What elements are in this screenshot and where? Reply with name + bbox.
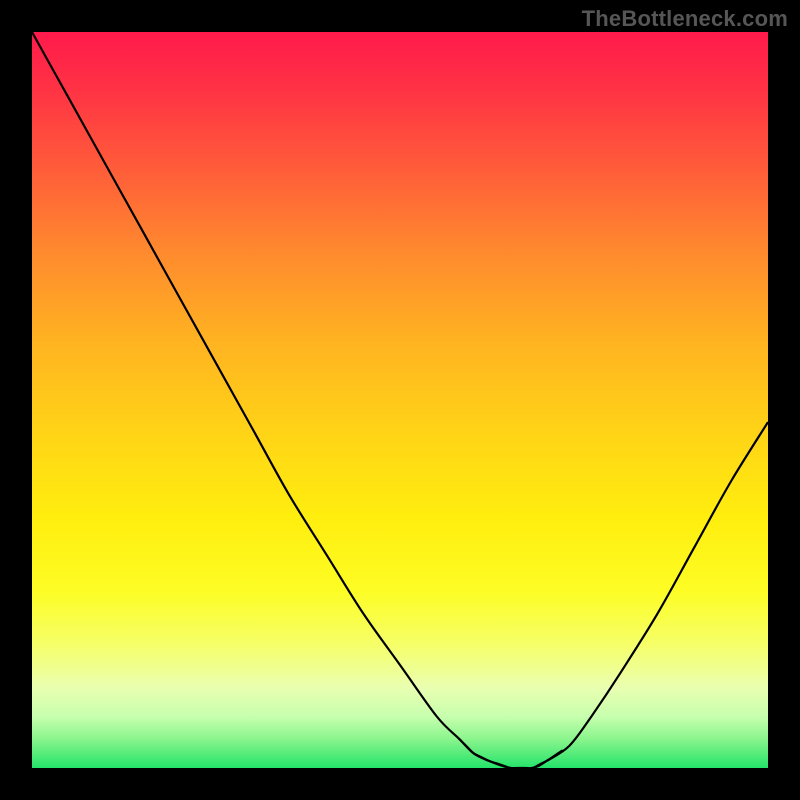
- chart-frame: TheBottleneck.com: [0, 0, 800, 800]
- watermark-text: TheBottleneck.com: [582, 6, 788, 32]
- watermark-label: TheBottleneck.com: [582, 6, 788, 31]
- bottleneck-curve: [32, 32, 768, 768]
